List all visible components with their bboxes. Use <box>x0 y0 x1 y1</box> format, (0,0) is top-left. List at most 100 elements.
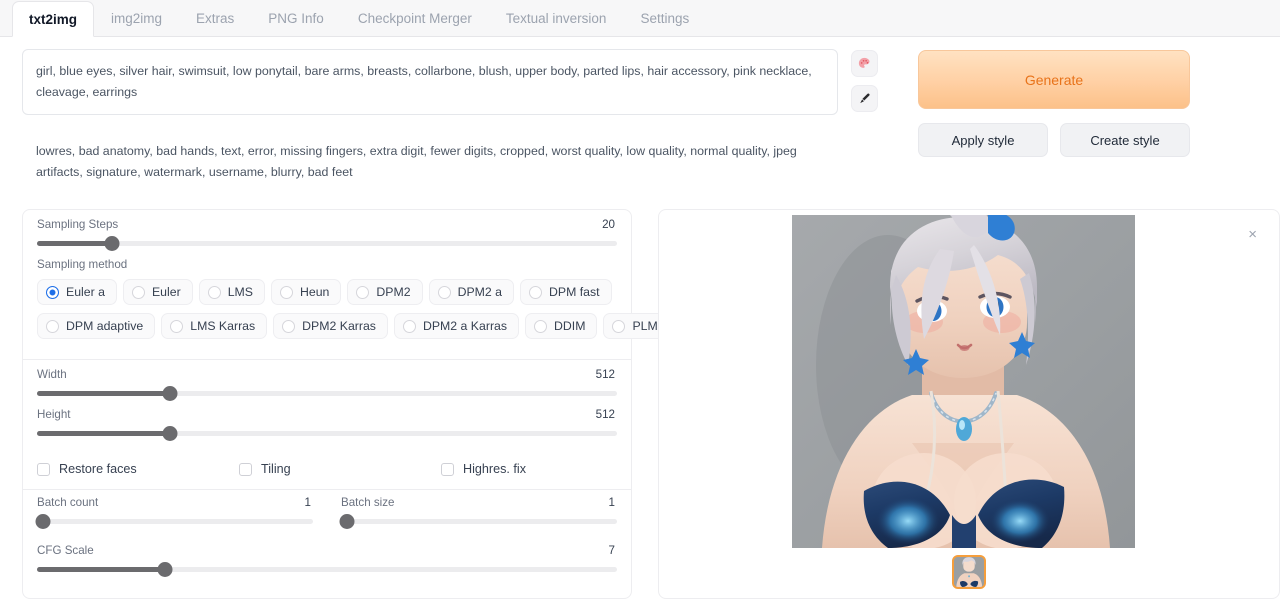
checkbox-restore-faces[interactable]: Restore faces <box>37 462 239 476</box>
slider-thumb[interactable] <box>162 426 178 441</box>
tab-extras[interactable]: Extras <box>179 0 251 36</box>
tab-label: PNG Info <box>268 11 324 26</box>
prompt-side-icons <box>845 49 883 195</box>
cfg-scale-slider[interactable] <box>37 562 617 577</box>
gallery-thumbnail[interactable] <box>952 555 986 589</box>
prompt-column: girl, blue eyes, silver hair, swimsuit, … <box>0 49 845 195</box>
create-style-button[interactable]: Create style <box>1060 123 1190 157</box>
batch-count-slider[interactable] <box>35 514 313 529</box>
sampler-label: DDIM <box>554 319 586 333</box>
action-column: Generate Apply style Create style <box>918 49 1208 195</box>
checkbox-label: Tiling <box>261 462 291 476</box>
sampler-option-dpm-fast[interactable]: DPM fast <box>519 279 612 305</box>
batch-count-field: Batch count 1 <box>35 496 313 529</box>
batch-section: Batch count 1 Batch size 1 <box>23 489 631 536</box>
tab-label: img2img <box>111 11 163 26</box>
width-slider[interactable] <box>37 386 617 401</box>
batch-size-slider[interactable] <box>339 514 617 529</box>
tab-txt2img[interactable]: txt2img <box>12 1 95 37</box>
width-value: 512 <box>595 368 615 381</box>
batch-size-field: Batch size 1 <box>339 496 617 529</box>
sampler-label: LMS <box>227 285 253 299</box>
close-icon[interactable]: × <box>1248 227 1257 242</box>
sampling-steps-slider[interactable] <box>37 236 617 251</box>
radio-icon <box>279 285 293 299</box>
slider-fill <box>37 391 171 396</box>
sampler-label: DPM2 Karras <box>302 319 376 333</box>
radio-icon <box>131 285 145 299</box>
sampler-option-euler[interactable]: Euler <box>122 279 193 305</box>
sampler-option-heun[interactable]: Heun <box>270 279 342 305</box>
style-button-row: Apply style Create style <box>918 123 1208 157</box>
radio-icon <box>207 285 221 299</box>
slider-thumb[interactable] <box>157 562 173 577</box>
slider-thumb[interactable] <box>104 236 120 251</box>
main-body: Sampling Steps 20 Sampling method Euler … <box>0 209 1280 599</box>
sampler-option-dpm-adaptive[interactable]: DPM adaptive <box>37 313 156 339</box>
prompt-row: girl, blue eyes, silver hair, swimsuit, … <box>0 37 1280 195</box>
sampling-steps-value: 20 <box>602 218 615 231</box>
tab-textual-inversion[interactable]: Textual inversion <box>489 0 624 36</box>
slider-thumb[interactable] <box>339 514 355 529</box>
height-slider[interactable] <box>37 426 617 441</box>
checkbox-icon <box>441 462 454 476</box>
sampler-option-lms-karras[interactable]: LMS Karras <box>161 313 268 339</box>
sampler-label: Euler a <box>66 285 105 299</box>
settings-card: Sampling Steps 20 Sampling method Euler … <box>22 209 678 599</box>
pen-icon-glyph <box>859 93 870 104</box>
sampler-option-lms[interactable]: LMS <box>198 279 265 305</box>
toggles-section: Restore faces Tiling Highres. fix <box>23 448 631 489</box>
sampler-option-euler-a[interactable]: Euler a <box>37 279 117 305</box>
sampler-label: DPM2 a Karras <box>422 319 508 333</box>
create-style-label: Create style <box>1090 132 1160 148</box>
tab-checkpoint-merger[interactable]: Checkpoint Merger <box>341 0 489 36</box>
radio-icon <box>46 319 59 333</box>
apply-style-button[interactable]: Apply style <box>918 123 1048 157</box>
sampler-option-dpm2-karras[interactable]: DPM2 Karras <box>273 313 388 339</box>
generated-image[interactable] <box>792 215 1135 548</box>
sampling-steps-label: Sampling Steps <box>37 218 119 231</box>
slider-fill <box>37 241 113 246</box>
checkbox-highres-fix[interactable]: Highres. fix <box>441 462 526 476</box>
cfg-header: CFG Scale 7 <box>37 544 617 559</box>
palette-icon[interactable] <box>850 50 878 77</box>
palette-icon-glyph <box>858 57 869 68</box>
slider-thumb[interactable] <box>35 514 51 529</box>
batch-size-label: Batch size <box>341 496 395 509</box>
sampler-label: DPM2 <box>376 285 411 299</box>
checkbox-icon <box>239 462 252 476</box>
sampler-row-1: Euler a Euler LMS Heun DPM2 DPM2 a DPM f… <box>37 279 617 305</box>
tab-settings[interactable]: Settings <box>623 0 706 36</box>
radio-icon <box>402 319 416 333</box>
sampling-section: Sampling Steps 20 Sampling method Euler … <box>23 210 678 359</box>
sampler-label: DPM2 a <box>457 285 502 299</box>
generate-button[interactable]: Generate <box>918 50 1190 109</box>
sampler-option-dpm2[interactable]: DPM2 <box>347 279 423 305</box>
batch-count-header: Batch count 1 <box>37 496 313 511</box>
slider-fill <box>37 567 165 572</box>
checkbox-tiling[interactable]: Tiling <box>239 462 441 476</box>
sampler-option-ddim[interactable]: DDIM <box>525 313 598 339</box>
sampler-label: Heun <box>299 285 330 299</box>
tab-bar: txt2img img2img Extras PNG Info Checkpoi… <box>0 0 1280 37</box>
radio-icon <box>612 319 626 333</box>
checkbox-label: Restore faces <box>59 462 137 476</box>
tab-png-info[interactable]: PNG Info <box>251 0 341 36</box>
sampler-option-dpm2-a-karras[interactable]: DPM2 a Karras <box>393 313 520 339</box>
pen-icon[interactable] <box>850 85 878 112</box>
batch-size-header: Batch size 1 <box>341 496 617 511</box>
sampler-option-dpm2-a[interactable]: DPM2 a <box>428 279 514 305</box>
generated-image-graphic <box>792 215 1135 548</box>
negative-prompt-input[interactable]: lowres, bad anatomy, bad hands, text, er… <box>22 129 838 195</box>
slider-thumb[interactable] <box>162 386 178 401</box>
sampling-method-label: Sampling method <box>37 258 128 271</box>
height-value: 512 <box>595 408 615 421</box>
tab-label: Textual inversion <box>505 11 607 26</box>
sampler-label: Euler <box>151 285 181 299</box>
batch-count-value: 1 <box>304 496 311 509</box>
width-header: Width 512 <box>37 368 617 383</box>
tab-img2img[interactable]: img2img <box>94 0 179 36</box>
prompt-input[interactable]: girl, blue eyes, silver hair, swimsuit, … <box>22 49 838 115</box>
radio-icon <box>46 285 59 299</box>
tab-label: txt2img <box>29 12 78 27</box>
